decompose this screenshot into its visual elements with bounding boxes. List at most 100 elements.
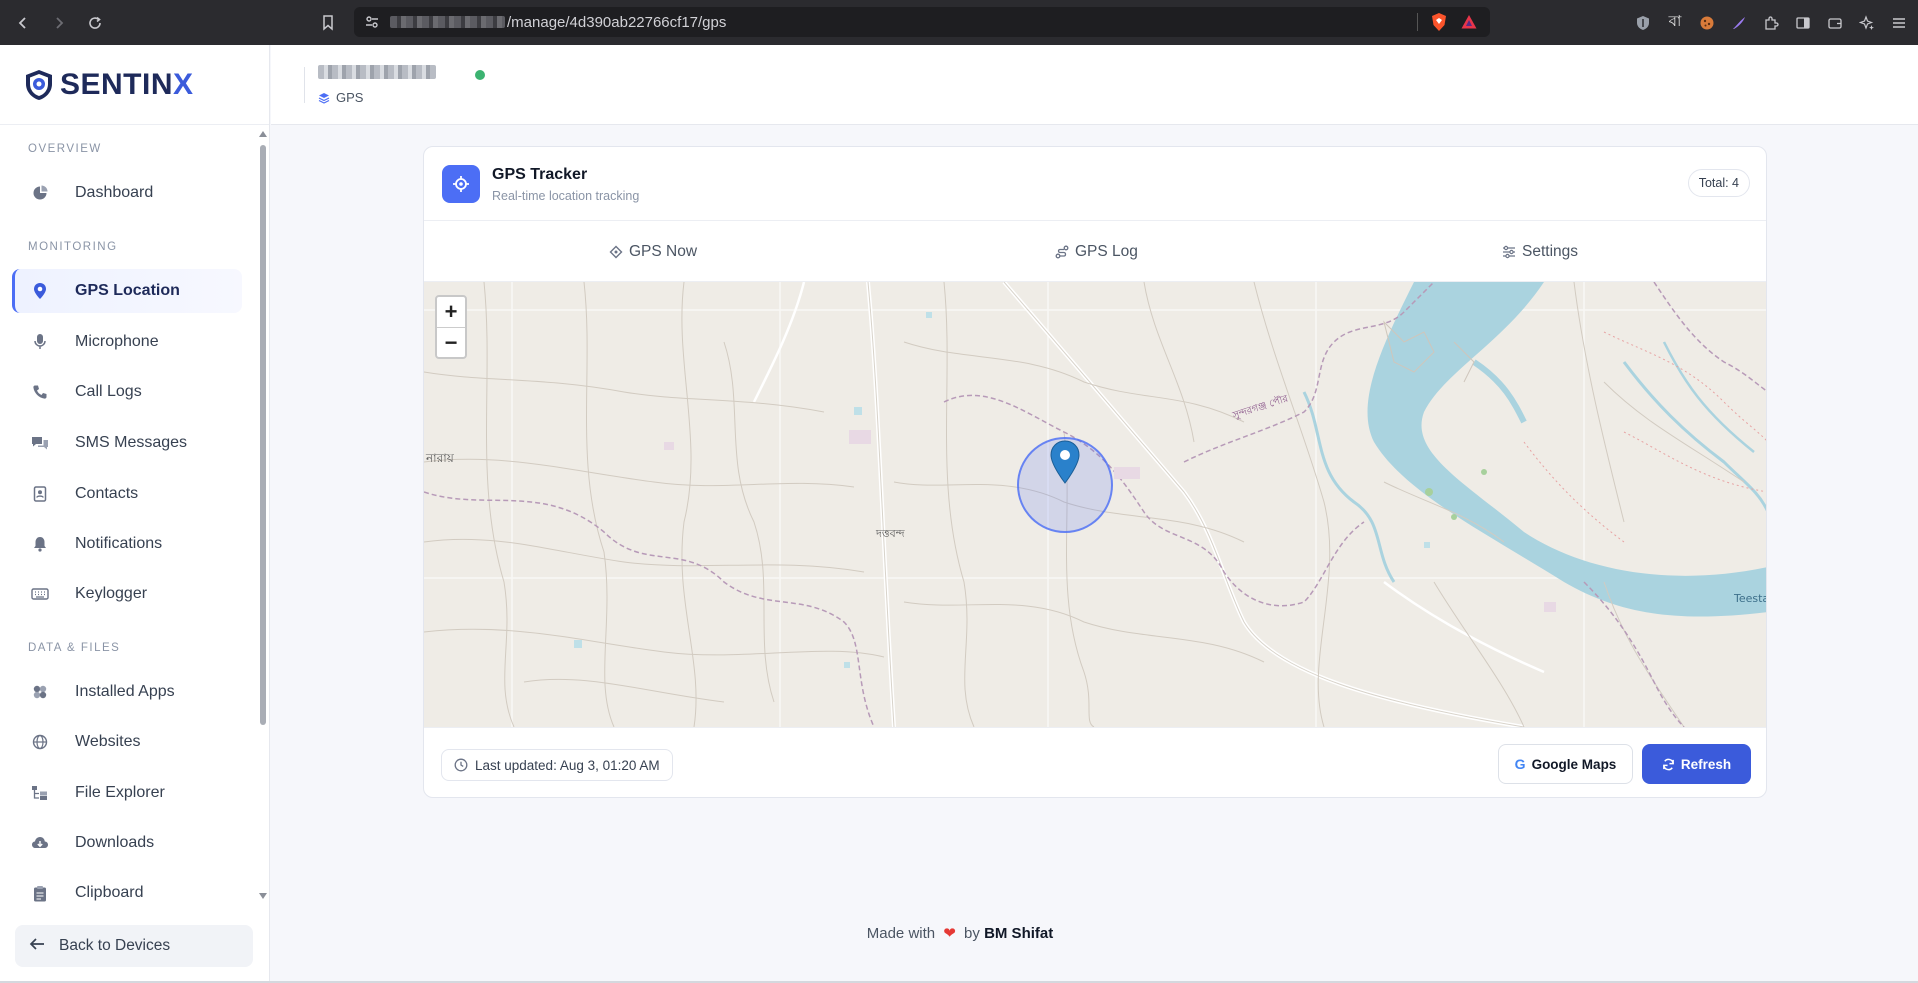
tab-gps-log[interactable]: GPS Log [1055, 221, 1138, 282]
wallet-icon[interactable] [1826, 14, 1844, 32]
map-zoom-control: + − [435, 295, 467, 359]
map-label: নারায় [426, 451, 454, 465]
cookie-extension-icon[interactable] [1698, 14, 1716, 32]
gps-tabs: GPS Now GPS Log Settings [424, 221, 1766, 282]
address-bar[interactable]: /manage/4d390ab22766cf17/gps [354, 7, 1490, 37]
device-name-redacted [318, 65, 436, 79]
sidebar-item-websites[interactable]: Websites [12, 720, 242, 764]
folder-tree-icon [28, 785, 52, 801]
gps-tracker-card: GPS Tracker Real-time location tracking … [423, 146, 1767, 798]
phone-icon [28, 384, 52, 400]
brave-shield-icon[interactable] [1430, 12, 1448, 32]
sidebar-item-label: File Explorer [75, 784, 165, 801]
brave-rewards-icon[interactable] [1460, 13, 1478, 31]
logo-text: SENTINX [60, 67, 194, 101]
back-to-devices-button[interactable]: Back to Devices [15, 925, 253, 967]
bookmark-icon[interactable] [320, 8, 336, 41]
sidebar-toggle-icon[interactable] [1794, 14, 1812, 32]
refresh-icon [1662, 758, 1675, 771]
logo[interactable]: SENTINX [0, 45, 269, 125]
reload-icon[interactable] [80, 8, 110, 38]
last-updated-badge: Last updated: Aug 3, 01:20 AM [441, 749, 673, 781]
puzzle-extensions-icon[interactable] [1762, 14, 1780, 32]
gps-map[interactable]: নারায় দত্তবন্দ সুন্দরগঞ্জ পৌর Teesta + … [424, 282, 1767, 727]
arrow-left-icon [29, 937, 45, 956]
sidebar-scrollbar[interactable] [258, 131, 268, 901]
sidebar-item-label: Contacts [75, 485, 139, 502]
tab-label: GPS Now [629, 242, 698, 260]
map-label: দত্তবন্দ [876, 527, 905, 540]
page-header: GPS [271, 45, 1918, 125]
tab-settings[interactable]: Settings [1502, 221, 1578, 282]
clock-icon [454, 758, 468, 772]
url-host-redacted [390, 16, 505, 28]
forward-arrow-icon[interactable] [44, 8, 74, 38]
scroll-up-arrow-icon[interactable] [259, 131, 267, 137]
bangla-extension-icon[interactable]: বা [1666, 13, 1684, 32]
apps-icon [28, 684, 52, 700]
sidebar-item-dashboard[interactable]: Dashboard [12, 171, 242, 215]
sidebar-item-file-explorer[interactable]: File Explorer [12, 771, 242, 815]
location-marker-icon[interactable] [1050, 440, 1080, 489]
pie-chart-icon [28, 185, 52, 201]
online-status-dot [475, 70, 485, 80]
google-maps-label: Google Maps [1531, 756, 1617, 772]
sidebar-item-microphone[interactable]: Microphone [12, 320, 242, 364]
card-footer: Last updated: Aug 3, 01:20 AM G Google M… [424, 727, 1766, 797]
address-book-icon [28, 486, 52, 502]
sidebar-item-label: Microphone [75, 333, 159, 350]
refresh-button[interactable]: Refresh [1642, 744, 1751, 784]
url-path: /manage/4d390ab22766cf17/gps [507, 13, 727, 31]
tab-label: Settings [1522, 242, 1579, 260]
scroll-thumb[interactable] [260, 145, 266, 725]
quill-extension-icon[interactable] [1730, 14, 1748, 32]
card-title: GPS Tracker [492, 166, 588, 183]
menu-icon[interactable] [1890, 14, 1908, 32]
sidebar-item-gps-location[interactable]: GPS Location [12, 269, 242, 313]
section-label-monitoring: MONITORING [28, 241, 118, 253]
sidebar-item-call-logs[interactable]: Call Logs [12, 370, 242, 414]
extensions-tray: বা [1634, 0, 1908, 45]
sidebar-item-label: Call Logs [75, 383, 142, 400]
sidebar-item-label: Installed Apps [75, 683, 175, 700]
sidebar-item-label: Keylogger [75, 585, 148, 602]
shield-extension-icon[interactable] [1634, 14, 1652, 32]
url-divider [1417, 13, 1418, 31]
card-subtitle: Real-time location tracking [492, 189, 640, 203]
sidebar-item-label: Dashboard [75, 184, 154, 201]
cloud-download-icon [28, 835, 52, 851]
logo-shield-icon [26, 69, 52, 100]
section-label-data-files: DATA & FILES [28, 642, 121, 654]
bell-icon [28, 536, 52, 552]
map-label: Teesta [1734, 592, 1767, 605]
globe-icon [28, 734, 52, 750]
sidebar-item-label: Websites [75, 733, 141, 750]
logo-text-accent: X [173, 67, 194, 101]
scroll-down-arrow-icon[interactable] [259, 893, 267, 899]
route-icon [1055, 245, 1069, 259]
tab-label: GPS Log [1075, 242, 1138, 260]
zoom-in-button[interactable]: + [437, 297, 465, 327]
keyboard-icon [28, 587, 52, 601]
back-arrow-icon[interactable] [8, 8, 38, 38]
zoom-out-button[interactable]: − [437, 327, 465, 357]
sidebar-item-notifications[interactable]: Notifications [12, 522, 242, 566]
tab-gps-now[interactable]: GPS Now [609, 221, 697, 282]
sidebar-item-sms-messages[interactable]: SMS Messages [12, 421, 242, 465]
sidebar-item-keylogger[interactable]: Keylogger [12, 572, 242, 616]
site-settings-icon[interactable] [364, 14, 380, 30]
sidebar: SENTINX OVERVIEW Dashboard MONITORING GP… [0, 45, 270, 983]
sidebar-item-downloads[interactable]: Downloads [12, 821, 242, 865]
sidebar-item-contacts[interactable]: Contacts [12, 472, 242, 516]
google-maps-button[interactable]: G Google Maps [1498, 744, 1633, 784]
footer-made-with: Made with [866, 925, 936, 942]
sidebar-item-clipboard[interactable]: Clipboard [12, 871, 242, 905]
heart-icon: ❤ [943, 925, 956, 942]
last-updated-text: Last updated: Aug 3, 01:20 AM [475, 757, 660, 773]
leo-ai-icon[interactable] [1858, 14, 1876, 32]
sidebar-item-label: SMS Messages [75, 434, 188, 451]
chat-icon [28, 435, 52, 451]
sidebar-item-installed-apps[interactable]: Installed Apps [12, 670, 242, 714]
section-label-overview: OVERVIEW [28, 143, 102, 155]
sidebar-item-label: GPS Location [75, 282, 180, 299]
